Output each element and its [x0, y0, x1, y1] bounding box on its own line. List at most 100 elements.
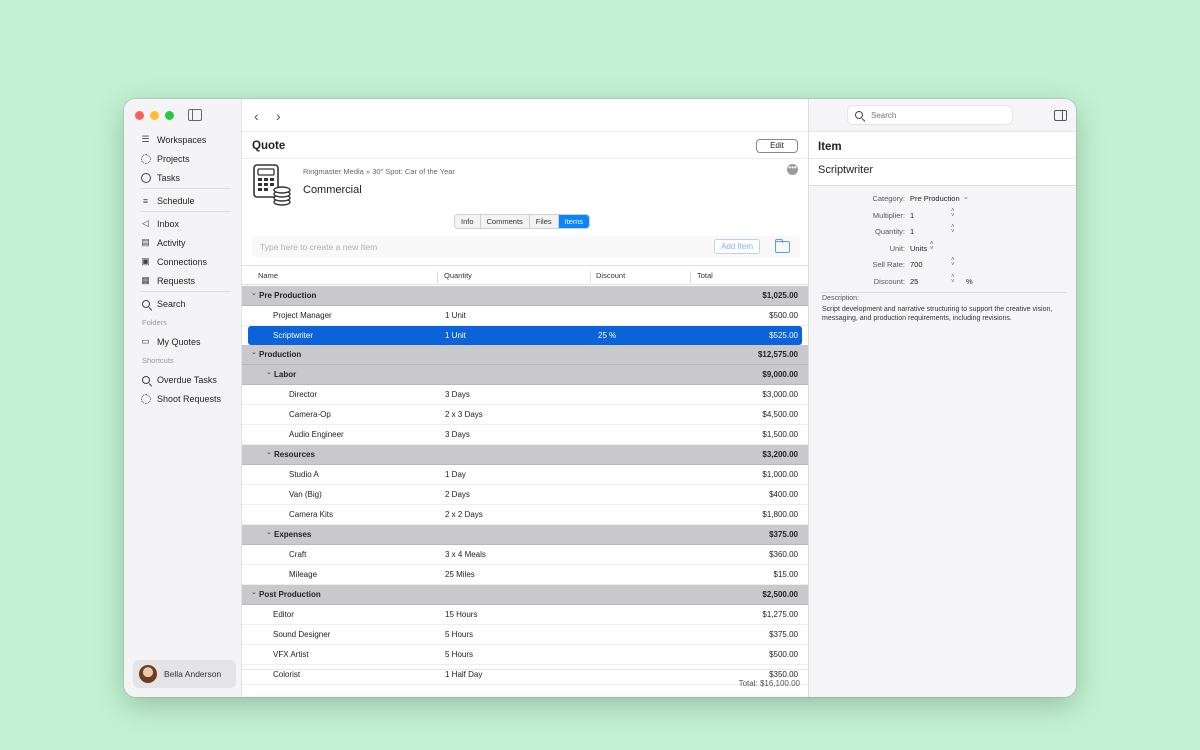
table-row[interactable]: Project Manager 1 Unit $500.00	[242, 306, 808, 326]
column-header-discount[interactable]: Discount	[596, 271, 625, 280]
group-row[interactable]: ⌄ Resources $3,200.00	[242, 445, 808, 465]
sidebar-item-search[interactable]: Search	[124, 294, 241, 313]
chevron-down-icon[interactable]: ⌄	[266, 368, 272, 376]
chevron-down-icon[interactable]: ⌄	[251, 348, 257, 356]
field-value[interactable]: Pre Production	[910, 194, 960, 203]
requests-icon: ▦	[141, 275, 150, 285]
search-box[interactable]	[847, 105, 1013, 125]
table-row[interactable]: Studio A 1 Day $1,000.00	[242, 465, 808, 485]
tab-info[interactable]: Info	[455, 215, 481, 228]
row-total: $9,000.00	[762, 370, 798, 379]
column-header-quantity[interactable]: Quantity	[444, 271, 472, 280]
table-row[interactable]: Camera Kits 2 x 2 Days $1,800.00	[242, 505, 808, 525]
chevron-down-icon[interactable]: ⌄	[251, 289, 257, 297]
tab-files[interactable]: Files	[529, 215, 559, 228]
inspector-title: Item	[818, 141, 842, 153]
field-value[interactable]: 700	[910, 260, 923, 269]
add-item-button[interactable]: Add Item	[714, 239, 760, 254]
row-quantity: 3 Days	[445, 390, 470, 399]
zoom-window-button[interactable]	[165, 111, 174, 120]
new-item-input[interactable]	[258, 241, 662, 253]
item-name-field[interactable]: Scriptwriter	[818, 164, 873, 176]
chevron-down-icon[interactable]: ⌄	[266, 528, 272, 536]
shortcuts-heading: Shortcuts	[142, 356, 174, 365]
chevron-down-icon[interactable]: ⌄	[963, 193, 969, 201]
column-divider[interactable]	[590, 271, 591, 283]
sidebar-item-requests[interactable]: ▦ Requests	[124, 271, 241, 290]
row-name: Expenses	[274, 530, 312, 539]
column-header-total[interactable]: Total	[697, 271, 713, 280]
sidebar-item-workspaces[interactable]: ☰ Workspaces	[124, 130, 241, 149]
stepper-icon[interactable]: ˄ ˅	[951, 274, 957, 285]
grand-total: Total: $16,100.00	[738, 679, 800, 688]
field-label: Discount:	[873, 276, 905, 286]
group-row[interactable]: ⌄ Post Production $2,500.00	[242, 585, 808, 605]
table-row[interactable]: Colorist 1 Half Day $350.00	[242, 665, 808, 685]
stepper-icon[interactable]: ˄ ˅	[951, 208, 957, 219]
sidebar-item-activity[interactable]: ▤ Activity	[124, 233, 241, 252]
stepper-icon[interactable]: ˄ ˅	[951, 224, 957, 235]
dotted-circle-icon	[140, 153, 151, 164]
sidebar-item-schedule[interactable]: ≡ Schedule	[124, 191, 241, 210]
description-text[interactable]: Script development and narrative structu…	[822, 305, 1062, 323]
table-row[interactable]: Camera-Op 2 x 3 Days $4,500.00	[242, 405, 808, 425]
group-row[interactable]: ⌄ Labor $9,000.00	[242, 365, 808, 385]
sidebar-item-label: Workspaces	[157, 134, 207, 145]
table-row[interactable]: Scriptwriter 1 Unit 25 % $525.00	[248, 326, 802, 345]
table-row[interactable]: Audio Engineer 3 Days $1,500.00	[242, 425, 808, 445]
sidebar-item-connections[interactable]: ▣ Connections	[124, 252, 241, 271]
edit-button[interactable]: Edit	[756, 139, 798, 153]
back-chevron-icon[interactable]: ‹	[254, 108, 259, 124]
sidebar-item-tasks[interactable]: Tasks	[124, 168, 241, 187]
column-divider[interactable]	[437, 271, 438, 283]
chevron-down-icon[interactable]: ⌄	[251, 588, 257, 596]
table-row[interactable]: Van (Big) 2 Days $400.00	[242, 485, 808, 505]
group-row[interactable]: ⌄ Production $12,575.00	[242, 345, 808, 365]
folder-icon[interactable]	[775, 239, 790, 253]
shortcut-shoot-requests[interactable]: Shoot Requests	[124, 389, 241, 408]
table-row[interactable]: Director 3 Days $3,000.00	[242, 385, 808, 405]
table-row[interactable]: Craft 3 x 4 Meals $360.00	[242, 545, 808, 565]
inspector-toggle-icon[interactable]	[1054, 110, 1067, 121]
popup-chevrons-icon[interactable]: ˄ ˅	[930, 241, 934, 252]
column-header-name[interactable]: Name	[258, 271, 278, 280]
field-value[interactable]: 25	[910, 277, 918, 286]
column-divider[interactable]	[690, 271, 691, 283]
table-row[interactable]: Mileage 25 Miles $15.00	[242, 565, 808, 585]
row-total: $400.00	[769, 490, 798, 499]
row-quantity: 2 Days	[445, 490, 470, 499]
row-total: $1,500.00	[762, 430, 798, 439]
user-account-button[interactable]: Bella Anderson	[133, 660, 236, 688]
table-row[interactable]: Sound Designer 5 Hours $375.00	[242, 625, 808, 645]
field-value[interactable]: 1	[910, 227, 914, 236]
window-controls	[135, 111, 174, 120]
field-value[interactable]: Units	[910, 244, 927, 253]
group-row[interactable]: ⌄ Expenses $375.00	[242, 525, 808, 545]
row-quantity: 2 x 2 Days	[445, 510, 483, 519]
sidebar-item-inbox[interactable]: ◁ Inbox	[124, 214, 241, 233]
breadcrumb[interactable]: Ringmaster Media » 30" Spot: Car of the …	[303, 167, 455, 176]
tab-bar: Info Comments Files Items	[454, 214, 590, 229]
forward-chevron-icon[interactable]: ›	[276, 108, 281, 124]
search-input[interactable]	[869, 110, 1003, 121]
sidebar-item-label: Schedule	[157, 195, 195, 206]
tab-comments[interactable]: Comments	[480, 215, 530, 228]
row-total: $4,500.00	[762, 410, 798, 419]
sidebar-item-projects[interactable]: Projects	[124, 149, 241, 168]
shortcut-label: Shoot Requests	[157, 393, 222, 404]
sidebar-toggle-icon[interactable]	[188, 109, 202, 121]
group-row[interactable]: ⌄ Pre Production $1,025.00	[242, 286, 808, 306]
table-row[interactable]: Editor 15 Hours $1,275.00	[242, 605, 808, 625]
chevron-down-icon[interactable]: ⌄	[266, 448, 272, 456]
folder-item-my-quotes[interactable]: ▭ My Quotes	[124, 332, 241, 351]
field-value[interactable]: 1	[910, 211, 914, 220]
shortcut-overdue-tasks[interactable]: Overdue Tasks	[124, 370, 241, 389]
row-total: $350.00	[769, 670, 798, 679]
form-row: Sell Rate: 700 ˄ ˅	[809, 257, 1076, 274]
minimize-window-button[interactable]	[150, 111, 159, 120]
table-row[interactable]: VFX Artist 5 Hours $500.00	[242, 645, 808, 665]
stepper-icon[interactable]: ˄ ˅	[951, 257, 957, 268]
close-window-button[interactable]	[135, 111, 144, 120]
tab-items[interactable]: Items	[558, 215, 589, 228]
more-options-icon[interactable]: •••	[787, 164, 798, 175]
